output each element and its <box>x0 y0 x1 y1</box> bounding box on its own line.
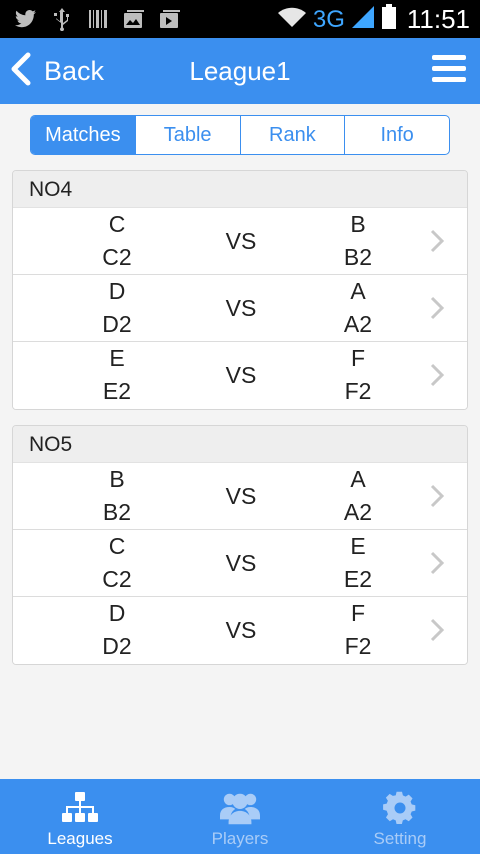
chevron-right-icon <box>430 618 445 642</box>
status-bar: 3G 11:51 <box>0 0 480 38</box>
match-row[interactable]: C C2 VS E E2 <box>13 530 467 597</box>
vs-label: VS <box>225 550 257 576</box>
round-header: NO4 <box>13 171 467 208</box>
vs-label: VS <box>225 483 257 509</box>
hierarchy-icon <box>60 791 100 825</box>
match-row[interactable]: D D2 VS A A2 <box>13 275 467 342</box>
back-label: Back <box>44 55 105 86</box>
gear-icon <box>380 791 420 825</box>
vs-label: VS <box>225 295 257 321</box>
match-row[interactable]: D D2 VS F F2 <box>13 597 467 664</box>
home-team-sub: D2 <box>102 633 132 659</box>
hamburger-line <box>432 77 466 82</box>
photo-icon <box>122 7 146 31</box>
home-team: E E2 <box>77 342 157 408</box>
home-team-sub: C2 <box>102 244 132 270</box>
battery-icon <box>381 4 397 35</box>
away-team-name: A <box>350 278 366 304</box>
tab-rank[interactable]: Rank <box>241 116 346 154</box>
away-team-sub: A2 <box>343 311 373 337</box>
away-team: F F2 <box>318 342 398 408</box>
home-team-name: B <box>109 466 125 492</box>
nav-leagues[interactable]: Leagues <box>0 779 160 854</box>
away-team-name: F <box>350 600 366 626</box>
chevron-right-icon <box>430 229 445 253</box>
hamburger-line <box>432 66 466 71</box>
home-team: B B2 <box>77 463 157 529</box>
home-team-sub: B2 <box>102 499 132 525</box>
away-team: F F2 <box>318 597 398 663</box>
hamburger-line <box>432 55 466 60</box>
chevron-right-icon <box>430 363 445 387</box>
away-team-name: B <box>350 211 366 237</box>
wifi-icon <box>277 6 307 33</box>
away-team: A A2 <box>318 275 398 341</box>
match-row[interactable]: E E2 VS F F2 <box>13 342 467 409</box>
clock: 11:51 <box>406 4 470 34</box>
vs-label: VS <box>225 617 257 643</box>
twitter-icon <box>14 7 38 31</box>
match-row[interactable]: C C2 VS B B2 <box>13 208 467 275</box>
home-team: D D2 <box>77 597 157 663</box>
away-team: E E2 <box>318 530 398 596</box>
home-team-name: E <box>109 345 125 371</box>
app-bar: Back League1 <box>0 38 480 104</box>
chevron-left-icon <box>10 52 32 91</box>
round-header: NO5 <box>13 426 467 463</box>
away-team: B B2 <box>318 208 398 274</box>
usb-icon <box>50 7 74 31</box>
menu-button[interactable] <box>432 55 466 87</box>
people-icon <box>220 791 260 825</box>
vs-label: VS <box>225 228 257 254</box>
away-team-sub: E2 <box>343 566 373 592</box>
chevron-right-icon <box>430 551 445 575</box>
back-button[interactable]: Back <box>10 48 104 94</box>
away-team: A A2 <box>318 463 398 529</box>
home-team-name: C <box>108 211 126 237</box>
vs-label: VS <box>225 362 257 388</box>
home-team-sub: C2 <box>102 566 132 592</box>
home-team-name: C <box>108 533 126 559</box>
tab-info[interactable]: Info <box>345 116 449 154</box>
nav-players[interactable]: Players <box>160 779 320 854</box>
away-team-sub: F2 <box>344 633 372 659</box>
away-team-name: F <box>350 345 366 371</box>
tab-matches[interactable]: Matches <box>31 116 136 154</box>
away-team-name: E <box>350 533 366 559</box>
tab-table[interactable]: Table <box>136 116 241 154</box>
away-team-name: A <box>350 466 366 492</box>
home-team: D D2 <box>77 275 157 341</box>
match-row[interactable]: B B2 VS A A2 <box>13 463 467 530</box>
home-team-name: D <box>108 278 126 304</box>
home-team: C C2 <box>77 208 157 274</box>
nav-setting[interactable]: Setting <box>320 779 480 854</box>
away-team-sub: F2 <box>344 378 372 404</box>
away-team-sub: A2 <box>343 499 373 525</box>
round-group: NO5 B B2 VS A A2 C C2 VS E E2 D D2 VS F F2 <box>12 425 468 665</box>
photo-stack-icon <box>158 7 182 31</box>
network-type: 3G <box>312 5 345 33</box>
signal-icon <box>351 5 375 34</box>
round-group: NO4 C C2 VS B B2 D D2 VS A A2 E E2 VS F F2 <box>12 170 468 410</box>
chevron-right-icon <box>430 484 445 508</box>
nav-label: Setting <box>373 829 427 848</box>
home-team-sub: E2 <box>102 378 132 404</box>
nav-label: Leagues <box>47 829 113 848</box>
bottom-nav: Leagues Players Setting <box>0 779 480 854</box>
away-team-sub: B2 <box>343 244 373 270</box>
barcode-icon <box>86 7 110 31</box>
chevron-right-icon <box>430 296 445 320</box>
home-team-sub: D2 <box>102 311 132 337</box>
segmented-tabs: Matches Table Rank Info <box>30 115 450 155</box>
home-team-name: D <box>108 600 126 626</box>
nav-label: Players <box>211 829 269 848</box>
home-team: C C2 <box>77 530 157 596</box>
